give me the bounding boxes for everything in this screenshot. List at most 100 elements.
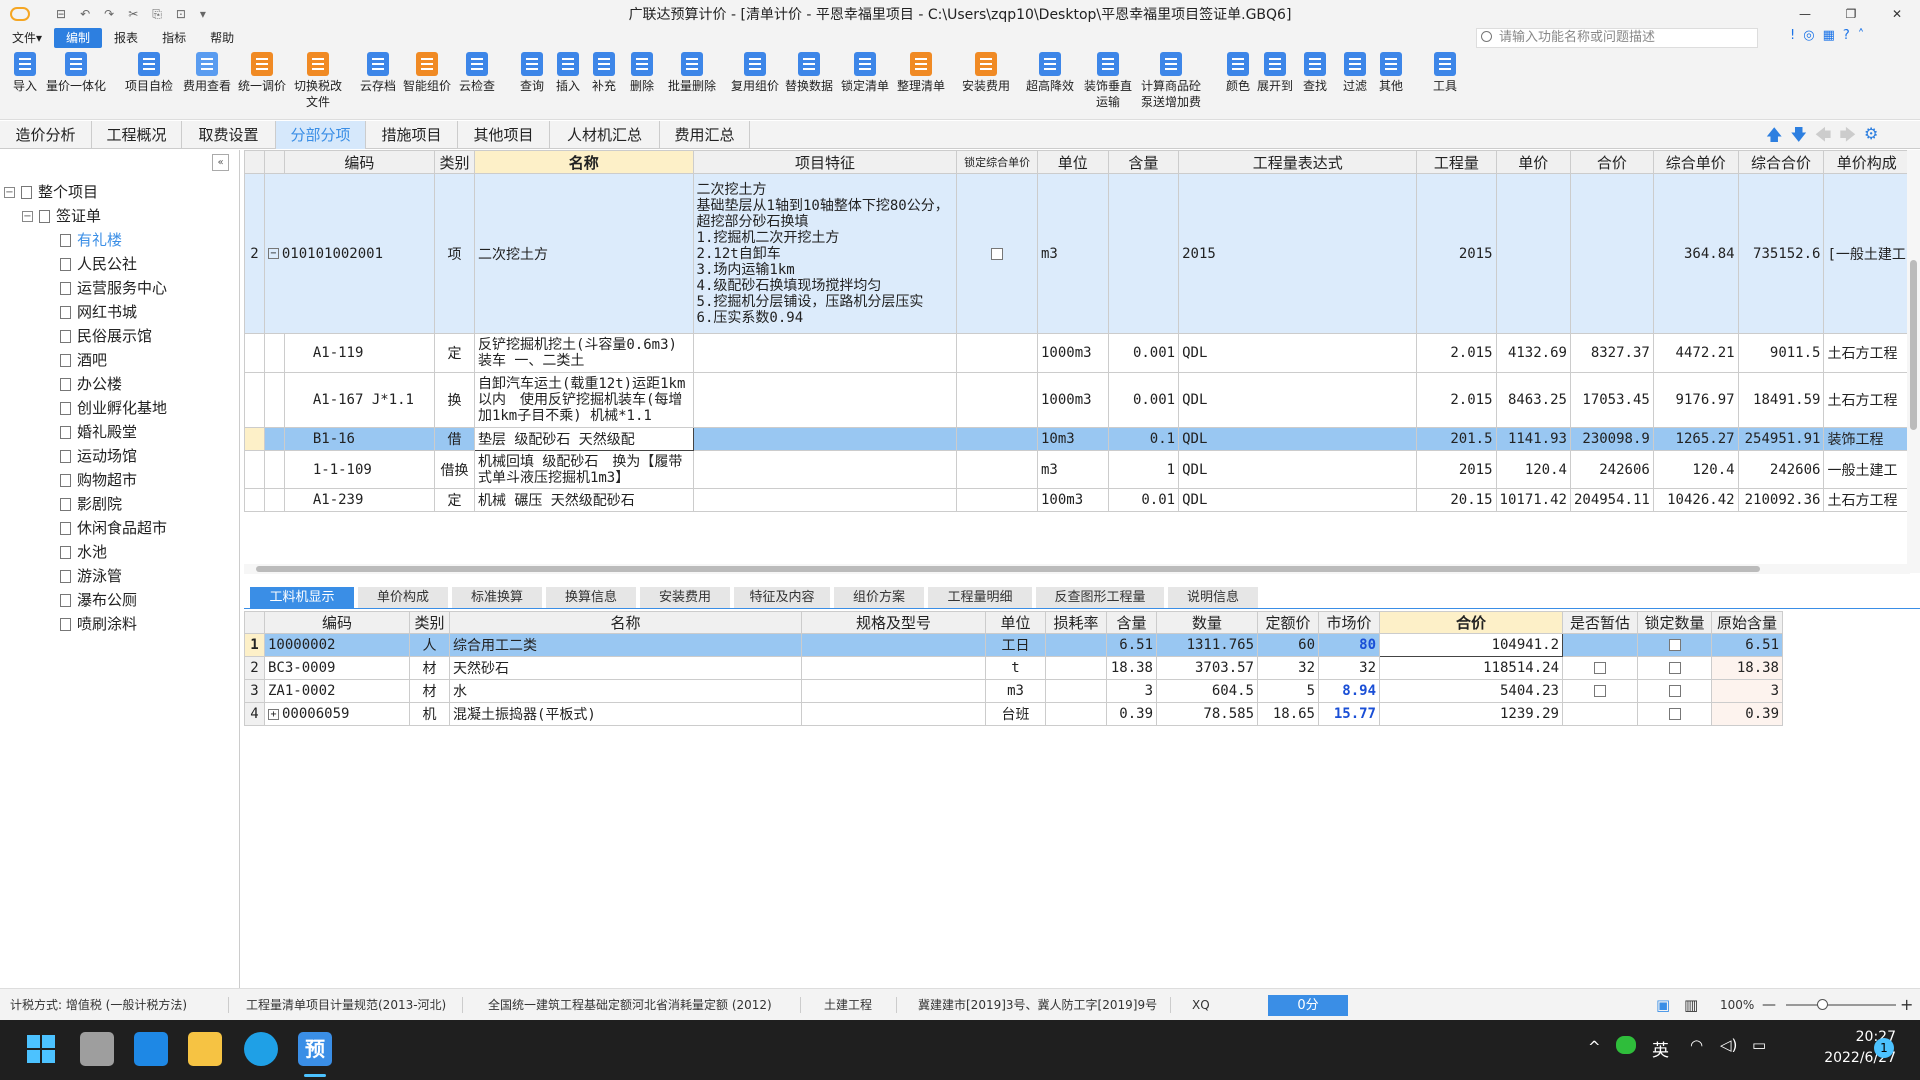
cell-name[interactable]: 机械回填 级配砂石 换为【履带式单斗液压挖掘机1m3】 [473,450,694,489]
tab-fee-summary[interactable]: 费用汇总 [660,121,750,149]
cell-expr[interactable]: QDL [1178,488,1418,512]
table-row[interactable]: 2 −010101002001 项 二次挖土方 二次挖土方 基础垫层从1轴到10… [244,173,1910,334]
cell-name[interactable]: 反铲挖掘机挖土(斗容量0.6m3) 装车 一、二类土 [473,333,694,373]
cell-type[interactable]: 定 [434,333,475,373]
undo-icon[interactable]: ↶ [80,7,90,22]
cell-amount[interactable]: 2015 [1416,450,1497,489]
cell-feature[interactable] [692,372,958,428]
tab-other-items[interactable]: 其他项目 [458,121,550,149]
minimize-button[interactable]: — [1782,0,1828,28]
tab-price-composition[interactable]: 单价构成 [358,587,448,608]
tools-button[interactable]: 工具 [1428,52,1462,94]
delete-button[interactable]: 删除 [626,52,658,94]
cell-qty[interactable]: 0.001 [1107,333,1180,373]
col-orig-qty[interactable]: 原始含量 [1711,611,1783,634]
high-rise-button[interactable]: 超高降效 [1022,52,1078,94]
cell-lock-qty[interactable] [1637,633,1712,657]
checkbox[interactable] [1668,662,1681,674]
cell-type[interactable]: 换 [434,372,475,428]
cell-lock-qty[interactable] [1637,656,1712,680]
cell-name[interactable]: 天然砂石 [449,656,802,680]
quantity-price-button[interactable]: 量价一体化 [44,52,108,94]
cell-feature[interactable] [692,427,958,451]
settings-icon[interactable]: ⚙ [1864,124,1878,151]
menu-report[interactable]: 报表 [102,28,150,48]
collapse-ribbon-icon[interactable]: ˄ [1858,28,1865,43]
cloud-save-button[interactable]: 云存档 [358,52,398,94]
cell-qty[interactable]: 18.38 [1106,656,1157,680]
cell-price[interactable]: 120.4 [1495,450,1571,489]
cell-name[interactable]: 水 [449,679,802,703]
cell-type[interactable]: 借换 [434,450,475,489]
table-row[interactable]: 4 +00006059 机 混凝土振捣器(平板式) 台班 0.39 78.585… [244,702,1783,726]
cell-name[interactable]: 混凝土振捣器(平板式) [449,702,802,726]
cell-lock[interactable] [956,427,1038,451]
cell-unit[interactable]: 10m3 [1036,427,1109,451]
cell-composition[interactable]: 土石方工程 [1823,372,1910,428]
cell-feature[interactable]: 二次挖土方 基础垫层从1轴到10轴整体下挖80公分，超挖部分砂石换填 1.挖掘机… [692,173,958,334]
tree-item[interactable]: 水池 [60,541,107,563]
col-composition[interactable]: 单价构成 [1823,150,1910,174]
cell-loss[interactable] [1045,679,1107,703]
cell-feature[interactable] [692,488,958,512]
cell-orig-qty[interactable]: 0.39 [1711,702,1783,726]
cell-type[interactable]: 定 [434,488,475,512]
menu-help[interactable]: 帮助 [198,28,246,48]
cell-code[interactable]: B1-16 [283,427,436,451]
cell-name[interactable]: 自卸汽车运土(载重12t)运距1km以内 使用反铲挖掘机装车(每增加1km子目不… [473,372,694,428]
cell-qty[interactable]: 0.001 [1107,372,1180,428]
cell-name[interactable]: 二次挖土方 [473,173,694,334]
col-amount[interactable]: 工程量 [1416,150,1497,174]
cell-price[interactable]: 4132.69 [1495,333,1571,373]
tray-overflow-icon[interactable]: ^ [1588,1038,1601,1056]
tree-item[interactable]: 瀑布公厕 [60,589,137,611]
cell-base-price[interactable]: 18.65 [1257,702,1319,726]
cell-name[interactable]: 垫层 级配砂石 天然级配 [473,427,694,451]
start-icon[interactable] [24,1032,58,1066]
col-code[interactable]: 编码 [264,611,410,634]
tree-item[interactable]: 办公楼 [60,373,122,395]
table-row[interactable]: 1-1-109 借换 机械回填 级配砂石 换为【履带式单斗液压挖掘机1m3】 m… [244,450,1910,489]
tree-item[interactable]: 婚礼殿堂 [60,421,137,443]
tree-item[interactable]: 休闲食品超市 [60,517,167,539]
col-market-price[interactable]: 市场价 [1318,611,1380,634]
cell-total[interactable] [1569,173,1654,334]
cell-expr[interactable]: 2015 [1178,173,1418,334]
view-split-icon[interactable]: ▥ [1684,989,1698,1021]
cell-total[interactable]: 5404.23 [1379,679,1563,703]
collapse-icon[interactable]: − [4,187,15,198]
col-type[interactable]: 类别 [409,611,450,634]
move-up-icon[interactable]: 🡅 [1766,124,1782,151]
cell-code[interactable]: 10000002 [264,633,410,657]
cell-unit[interactable]: 1000m3 [1036,372,1109,428]
tab-resource-summary[interactable]: 人材机汇总 [550,121,660,149]
cell-total[interactable]: 118514.24 [1379,656,1563,680]
cell-unit-price[interactable]: 1265.27 [1652,427,1739,451]
cell-lock[interactable] [956,450,1038,489]
find-button[interactable]: 查找 [1298,52,1332,94]
tab-measures[interactable]: 措施项目 [366,121,458,149]
cell-orig-qty[interactable]: 18.38 [1711,656,1783,680]
cell-price[interactable] [1495,173,1571,334]
cell-unit-price[interactable]: 120.4 [1652,450,1739,489]
cell-lock-qty[interactable] [1637,679,1712,703]
zoom-slider-thumb[interactable] [1817,999,1828,1010]
col-qty[interactable]: 含量 [1106,611,1157,634]
table-row-selected[interactable]: 1 10000002 人 综合用工二类 工日 6.51 1311.765 60 … [244,633,1783,657]
cell-price[interactable]: 1141.93 [1495,427,1571,451]
refresh-icon[interactable]: ◎ [1803,28,1814,43]
col-feature[interactable]: 项目特征 [692,150,958,174]
checkbox[interactable] [1594,685,1606,697]
cell-code[interactable]: 1-1-109 [283,450,436,489]
supplement-button[interactable]: 补充 [588,52,620,94]
cell-base-price[interactable]: 60 [1257,633,1319,657]
cell-total[interactable]: 17053.45 [1569,372,1654,428]
cell-amount[interactable]: 3703.57 [1156,656,1258,680]
expand-to-button[interactable]: 展开到 [1254,52,1296,94]
col-unit-price[interactable]: 综合单价 [1652,150,1739,174]
cell-total[interactable]: 242606 [1569,450,1654,489]
table-row[interactable]: A1-167 J*1.1 换 自卸汽车运土(载重12t)运距1km以内 使用反铲… [244,372,1910,428]
col-amount[interactable]: 数量 [1156,611,1258,634]
filter-button[interactable]: 过滤 [1338,52,1372,94]
col-total[interactable]: 合价 [1379,611,1563,634]
